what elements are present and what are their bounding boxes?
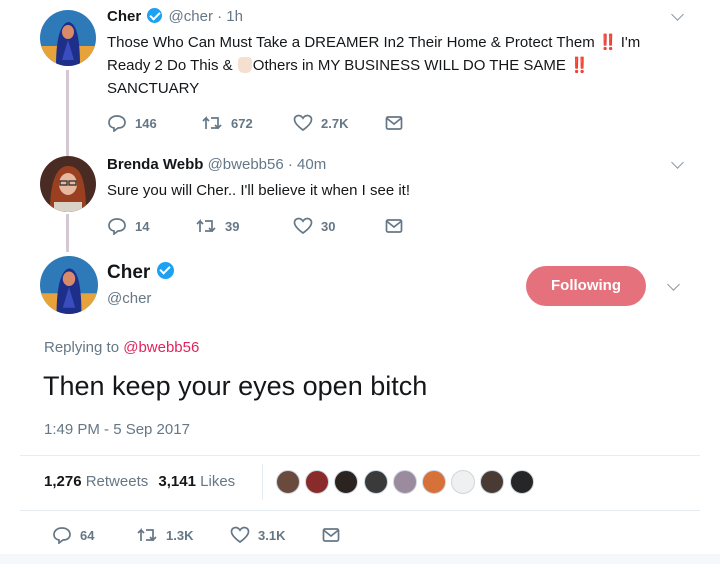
verified-badge-icon [147, 8, 163, 23]
tweet-text-line: I'm [620, 34, 641, 51]
liker-avatar[interactable] [451, 470, 476, 494]
like-label: Likes [200, 473, 236, 490]
liker-avatar[interactable] [421, 470, 446, 494]
dm-icon [322, 528, 340, 542]
tweet1-header: Cher @cher · 1h [107, 8, 243, 26]
author-handle[interactable]: @cher [169, 8, 213, 25]
like-count: 30 [321, 218, 336, 234]
replying-to: Replying to @bwebb56 [44, 339, 199, 356]
like-count: 2.7K [321, 115, 349, 131]
author-handle[interactable]: @bwebb56 [208, 156, 284, 173]
bottom-bar [0, 554, 720, 564]
like-icon [293, 217, 313, 235]
retweet-icon [196, 218, 216, 233]
likes-stat[interactable]: 3,141 Likes [158, 473, 235, 490]
reply-count: 64 [80, 527, 95, 543]
avatar-brenda-webb[interactable] [40, 156, 96, 212]
tweet-text-line: Ready 2 Do This & [107, 57, 233, 74]
chevron-down-icon[interactable] [671, 8, 684, 21]
dm-button[interactable] [385, 113, 411, 133]
praying-hands-emoji [237, 57, 252, 73]
tweet2-actions: 14 39 30 [107, 216, 427, 236]
retweets-stat[interactable]: 1,276 Retweets [44, 473, 152, 490]
replying-to-label: Replying to [44, 339, 120, 356]
tweet1-text: Those Who Can Must Take a DREAMER In2 Th… [107, 31, 707, 100]
verified-badge-icon [156, 262, 174, 279]
liker-avatar[interactable] [392, 470, 417, 494]
like-count: 3.1K [258, 527, 286, 543]
reply-button[interactable]: 64 [52, 525, 94, 545]
divider [20, 455, 700, 456]
following-button[interactable]: Following [526, 266, 646, 306]
avatar-cher[interactable] [40, 10, 96, 66]
retweet-icon [202, 115, 222, 130]
liker-avatar[interactable] [334, 470, 359, 494]
reply-button[interactable]: 146 [107, 113, 157, 133]
main-actions: 64 1.3K 3.1K [52, 525, 372, 545]
double-exclamation-emoji: ‼️ [570, 57, 589, 74]
like-button[interactable]: 30 [293, 216, 335, 236]
tweet-text-line: Others in MY BUSINESS WILL DO THE SAME [252, 57, 566, 74]
tweet-text-line: Those Who Can Must Take a DREAMER In2 Th… [107, 34, 595, 51]
author-handle[interactable]: @cher [107, 290, 176, 307]
author-name[interactable]: Cher [107, 8, 141, 25]
double-exclamation-emoji: ‼️ [598, 34, 618, 51]
author-name[interactable]: Cher [107, 262, 150, 283]
dm-icon [385, 116, 403, 130]
reply-count: 14 [135, 218, 150, 234]
dm-button[interactable] [385, 216, 411, 236]
tweet-text-line: SANCTUARY [107, 80, 200, 97]
retweet-button[interactable]: 672 [201, 113, 253, 133]
like-button[interactable]: 2.7K [293, 113, 348, 133]
engagement-stats: 1,276 Retweets 3,141 Likes [44, 473, 235, 490]
tweet1-actions: 146 672 2.7K [107, 113, 427, 133]
chevron-down-icon[interactable] [667, 278, 680, 291]
divider [20, 510, 700, 511]
tweet2-header: Brenda Webb @bwebb56 · 40m [107, 156, 326, 174]
thread-line [66, 214, 69, 252]
like-button[interactable]: 3.1K [230, 525, 285, 545]
reply-icon [108, 218, 126, 235]
tweet-time[interactable]: · 1h [217, 8, 243, 25]
retweet-total: 1,276 [44, 473, 82, 490]
liker-avatar[interactable] [480, 470, 505, 494]
liker-avatar[interactable] [363, 470, 388, 494]
reply-count: 146 [135, 115, 157, 131]
tweet2-text: Sure you will Cher.. I'll believe it whe… [107, 182, 411, 199]
chevron-down-icon[interactable] [671, 156, 684, 169]
like-icon [293, 114, 313, 132]
dm-icon [385, 219, 403, 233]
retweet-icon [137, 527, 157, 542]
retweet-count: 39 [225, 218, 240, 234]
author-name[interactable]: Brenda Webb [107, 156, 203, 173]
like-icon [230, 526, 250, 544]
retweet-count: 1.3K [166, 527, 194, 543]
like-total: 3,141 [158, 473, 196, 490]
main-timestamp[interactable]: 1:49 PM - 5 Sep 2017 [44, 421, 190, 438]
retweet-label: Retweets [85, 473, 149, 490]
stats-separator [262, 464, 263, 500]
reply-icon [108, 115, 126, 132]
liker-avatar[interactable] [305, 470, 330, 494]
retweet-button[interactable]: 39 [195, 216, 239, 236]
main-tweet-text: Then keep your eyes open bitch [43, 371, 428, 401]
liker-avatar[interactable] [276, 470, 300, 494]
retweet-button[interactable]: 1.3K [136, 525, 193, 545]
reply-icon [53, 527, 71, 544]
liker-avatars [276, 470, 539, 494]
reply-button[interactable]: 14 [107, 216, 149, 236]
thread-line [66, 70, 69, 156]
replying-to-link[interactable]: @bwebb56 [123, 339, 199, 356]
main-author: Cher @cher [107, 262, 176, 307]
dm-button[interactable] [322, 525, 348, 545]
avatar-cher[interactable] [40, 256, 98, 314]
tweet-time[interactable]: · 40m [288, 156, 326, 173]
retweet-count: 672 [231, 115, 253, 131]
liker-avatar[interactable] [509, 470, 534, 494]
